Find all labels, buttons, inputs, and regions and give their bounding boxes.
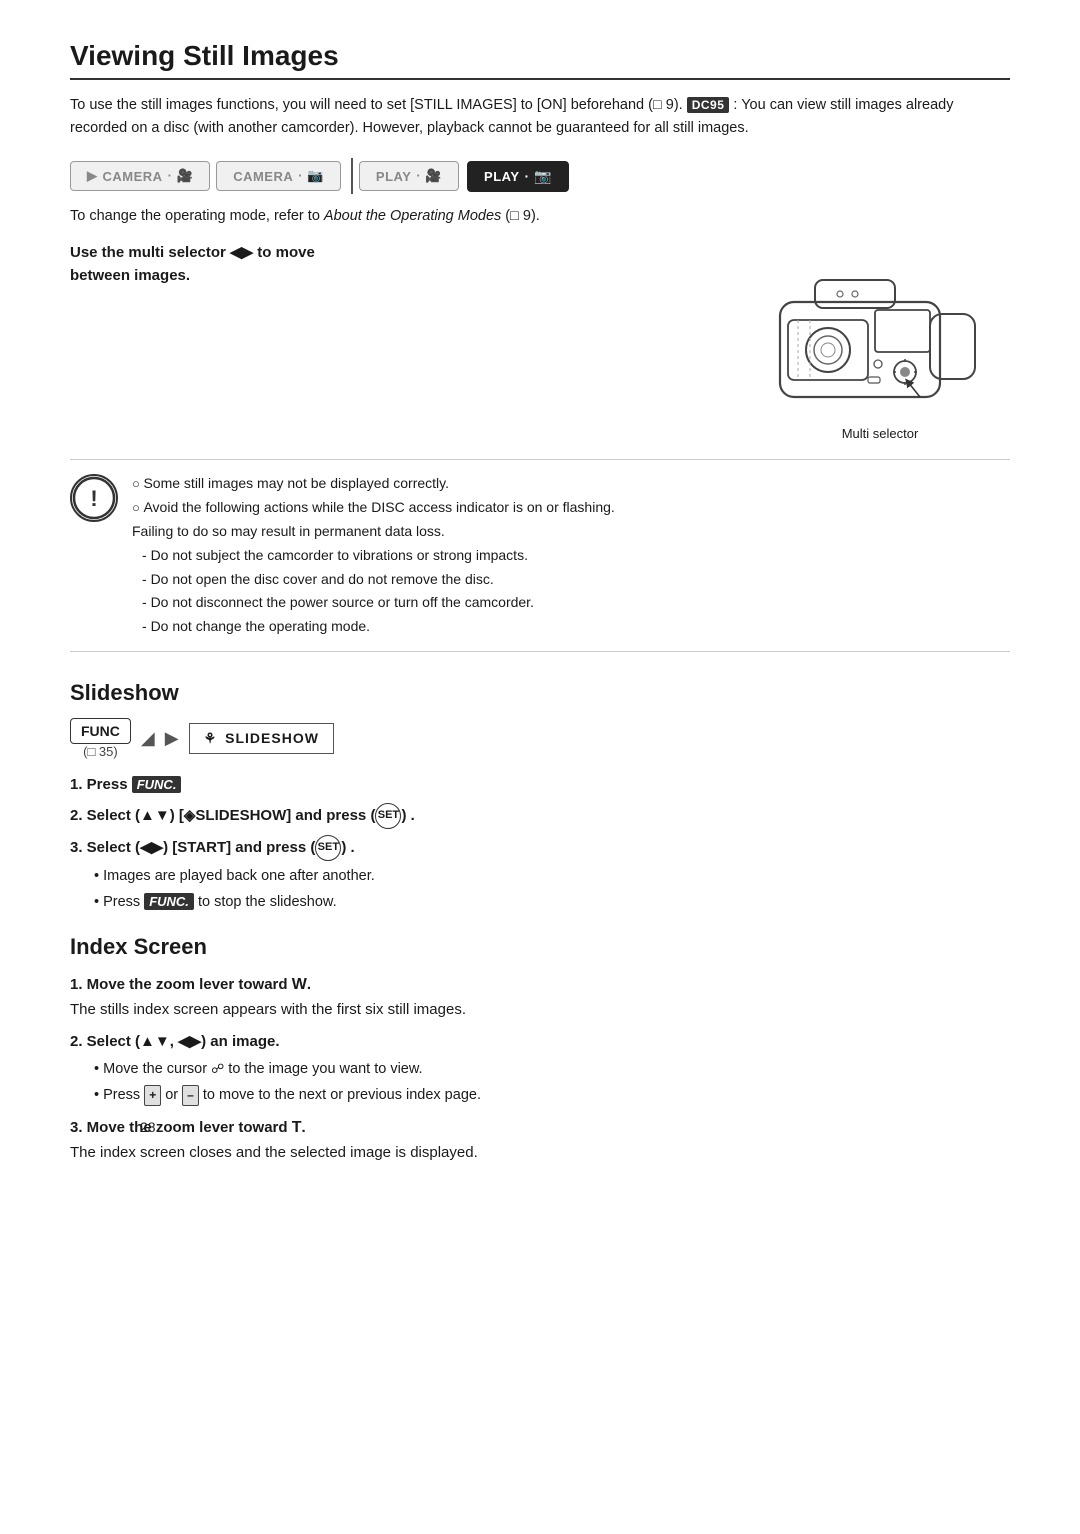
play-video-symbol: · 🎥 [416,168,442,184]
mode-buttons-row: ▶ CAMERA · 🎥 CAMERA · 📷 PLAY · 🎥 PLAY · … [70,158,1010,194]
set-btn-1: SET [375,803,401,829]
func-inline-1: FUNC. [132,776,182,793]
multi-selector-label: Multi selector [842,426,919,441]
camera-photo-mode-btn[interactable]: CAMERA · 📷 [216,161,341,191]
index-step-2: 2. Select (▲▼, ◀▶) an image. Move the cu… [70,1030,1010,1107]
slideshow-sub-bullets: Images are played back one after another… [94,865,1010,914]
func-ref: (□ 35) [83,744,118,759]
page-number: 28 [140,1119,156,1135]
set-btn-2: SET [315,835,341,861]
play-photo-label: PLAY [484,169,519,184]
slideshow-sub-2: Press FUNC. to stop the slideshow. [94,891,1010,914]
slideshow-arrow-2: ▶ [165,728,179,749]
play-photo-symbol: · 📷 [525,168,552,185]
func-row: FUNC (□ 35) ◢ ▶ ⚘ SLIDESHOW [70,718,1010,759]
index-step-1-detail: The stills index screen appears with the… [70,1001,466,1018]
play-photo-mode-btn[interactable]: PLAY · 📷 [467,161,569,192]
index-sub-bullets: Move the cursor ☍ to the image you want … [94,1058,1010,1107]
index-sub-1: Move the cursor ☍ to the image you want … [94,1058,1010,1081]
warning-sub-item: Do not open the disc cover and do not re… [142,568,615,592]
page-title: Viewing Still Images [70,40,1010,80]
slideshow-heading: Slideshow [70,680,1010,706]
warning-sub-list: Do not subject the camcorder to vibratio… [142,544,615,639]
cursor-icon: ☍ [211,1061,224,1076]
intro-text-1: To use the still images functions, you w… [70,97,687,113]
index-screen-heading: Index Screen [70,934,1010,960]
warning-icon: ! [70,474,118,522]
to-change-text: To change the operating mode, refer to A… [70,208,1010,224]
warning-section: ! Some still images may not be displayed… [70,459,1010,652]
play-video-mode-btn[interactable]: PLAY · 🎥 [359,161,459,191]
slideshow-step-1: 1. Press FUNC. [70,773,1010,797]
func-box: FUNC [70,718,131,744]
func-inline-2: FUNC. [144,893,194,910]
camcorder-svg [760,242,1000,422]
camera-video-mode-btn[interactable]: ▶ CAMERA · 🎥 [70,161,210,191]
index-step-3: 3. Move the zoom lever toward T. The ind… [70,1115,1010,1165]
multi-selector-text: Use the multi selector ◀▶ to movebetween… [70,242,720,295]
slideshow-label: SLIDESHOW [225,730,319,746]
svg-text:!: ! [90,486,97,511]
slideshow-box: ⚘ SLIDESHOW [189,723,334,754]
plus-btn: + [144,1085,161,1106]
index-step-3-detail: The index screen closes and the selected… [70,1144,478,1161]
multi-selector-section: Use the multi selector ◀▶ to movebetween… [70,242,1010,441]
index-step-1: 1. Move the zoom lever toward W. The sti… [70,972,1010,1022]
intro-text: To use the still images functions, you w… [70,94,1010,140]
dc95-badge: DC95 [687,97,730,113]
warning-sub-item: Do not disconnect the power source or tu… [142,591,615,615]
index-screen-steps: 1. Move the zoom lever toward W. The sti… [70,972,1010,1165]
warning-bullet-2: Avoid the following actions while the DI… [132,496,615,544]
warning-content: Some still images may not be displayed c… [132,472,615,639]
slideshow-sub-1: Images are played back one after another… [94,865,1010,888]
slideshow-arrow-1: ◢ [141,728,155,749]
play-video-label: PLAY [376,169,411,184]
mode-divider [351,158,353,194]
slideshow-step-2: 2. Select (▲▼) [◈SLIDESHOW] and press (S… [70,803,1010,829]
camera-photo-label: CAMERA [233,169,293,184]
operating-modes-ref: About the Operating Modes [324,208,501,224]
warning-bullet-1: Some still images may not be displayed c… [132,472,615,496]
warning-sub-item: Do not change the operating mode. [142,615,615,639]
slideshow-step-3: 3. Select (◀▶) [START] and press (SET) .… [70,835,1010,914]
use-multi-selector-heading: Use the multi selector ◀▶ to movebetween… [70,242,720,287]
minus-btn: – [182,1085,199,1106]
slideshow-steps: 1. Press FUNC. 2. Select (▲▼) [◈SLIDESHO… [70,773,1010,914]
warning-sub-item: Do not subject the camcorder to vibratio… [142,544,615,568]
index-sub-2: Press + or – to move to the next or prev… [94,1084,1010,1107]
camera-video-symbol: · 🎥 [168,168,194,184]
camera-video-label: CAMERA [103,169,163,184]
camera-video-icon: ▶ [87,168,98,184]
camera-photo-symbol: · 📷 [298,168,324,184]
camcorder-illustration: Multi selector [750,242,1010,441]
slideshow-icon: ⚘ [204,730,218,747]
